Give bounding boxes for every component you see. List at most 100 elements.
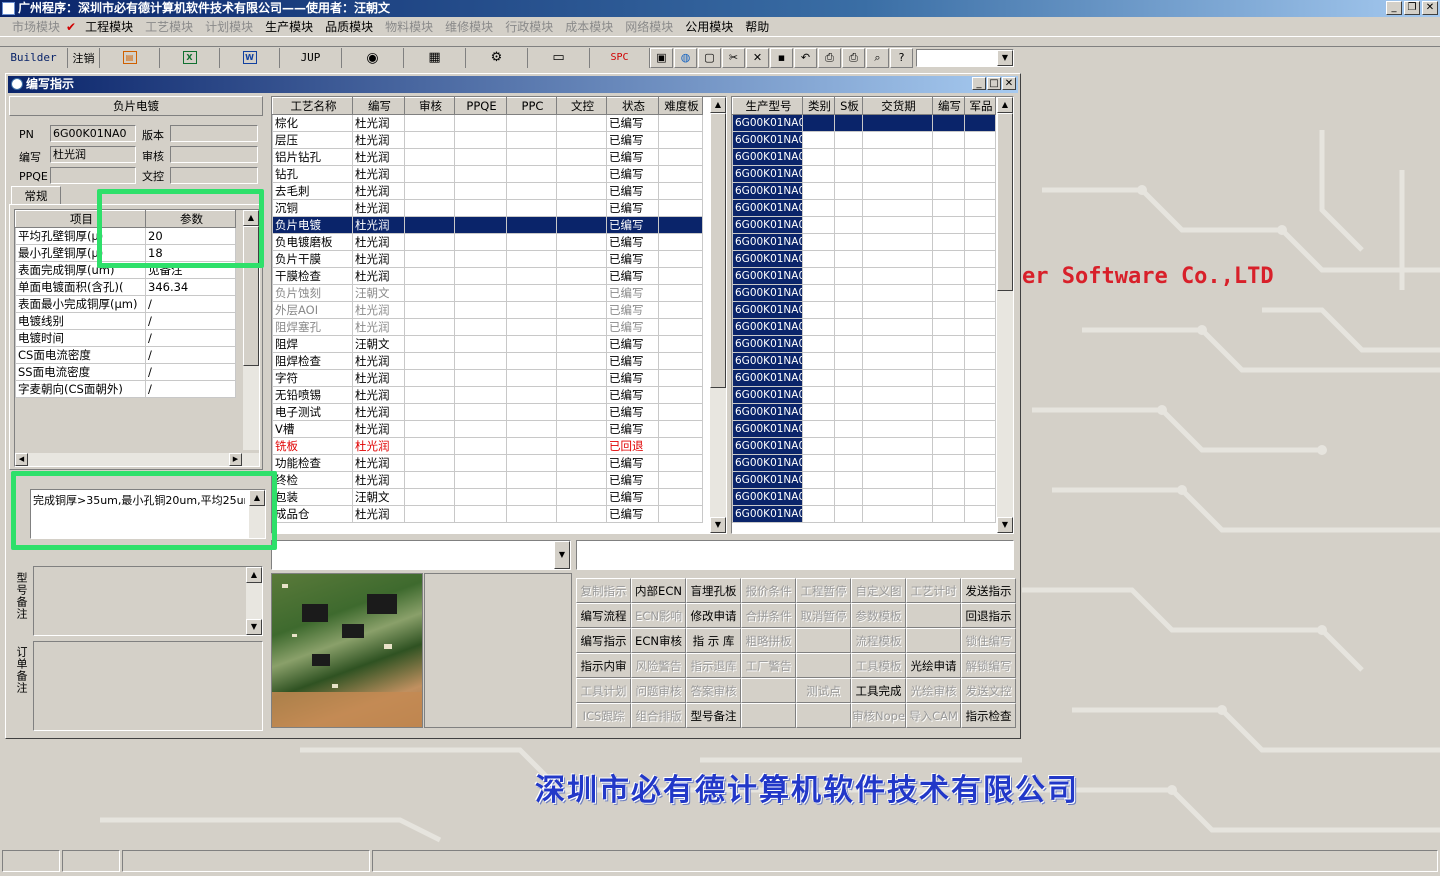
cut-icon[interactable]: ✂ xyxy=(722,47,745,68)
scroll-down-icon[interactable]: ▼ xyxy=(710,517,726,533)
param-value[interactable]: / xyxy=(145,363,236,381)
action-button-4-4[interactable]: 测试点 xyxy=(796,678,851,703)
action-button-0-0[interactable]: 复制指示 xyxy=(576,578,631,603)
scroll-left-icon[interactable]: ◀ xyxy=(15,453,28,466)
scroll-up-icon[interactable]: ▲ xyxy=(246,567,262,583)
print-icon[interactable]: ⎙ xyxy=(842,47,865,68)
process-row[interactable]: 负片干膜 杜光润 已编写 xyxy=(272,250,703,268)
param-row[interactable]: 电镀时间 / xyxy=(15,329,236,347)
param-value[interactable]: / xyxy=(145,312,236,330)
process-row[interactable]: 字符 杜光润 已编写 xyxy=(272,369,703,387)
process-col-header[interactable]: 状态 xyxy=(606,97,659,115)
menu-item-9[interactable]: 成本模块 xyxy=(559,18,619,35)
action-button-1-7[interactable]: 回退指示 xyxy=(961,603,1016,628)
model-row[interactable]: 6G00K01NA0 xyxy=(732,250,996,268)
process-row[interactable]: 负片电镀 杜光润 已编写 xyxy=(272,216,703,234)
action-button-5-5[interactable]: 审核Nope xyxy=(851,703,906,728)
doc-control-field[interactable] xyxy=(170,167,258,184)
process-row[interactable]: 成品仓 杜光润 已编写 xyxy=(272,505,703,523)
model-col-header[interactable]: S板 xyxy=(834,97,863,115)
process-col-header[interactable]: 审核 xyxy=(404,97,455,115)
action-button-0-7[interactable]: 发送指示 xyxy=(961,578,1016,603)
model-row[interactable]: 6G00K01NA0 xyxy=(732,165,996,183)
spc-button[interactable]: SPC xyxy=(590,47,650,68)
menu-item-1[interactable]: 工程模块 xyxy=(79,18,139,35)
model-row[interactable]: 6G00K01NA0 xyxy=(732,182,996,200)
menu-item-10[interactable]: 网络模块 xyxy=(619,18,679,35)
model-row[interactable]: 6G00K01NA0 xyxy=(732,148,996,166)
scroll-down-icon[interactable]: ▼ xyxy=(997,517,1013,533)
action-button-1-2[interactable]: 修改申请 xyxy=(686,603,741,628)
scroll-up-icon[interactable]: ▲ xyxy=(997,97,1013,113)
writer-field[interactable]: 杜光润 xyxy=(50,146,136,163)
model-row[interactable]: 6G00K01NA0 xyxy=(732,386,996,404)
process-scrollbar[interactable]: ▲ ▼ xyxy=(710,97,726,533)
process-row[interactable]: V槽 杜光润 已编写 xyxy=(272,420,703,438)
process-row[interactable]: 钻孔 杜光润 已编写 xyxy=(272,165,703,183)
find-icon[interactable]: ⌕ xyxy=(866,47,889,68)
undo-icon[interactable]: ↶ xyxy=(794,47,817,68)
action-button-3-1[interactable]: 风险警告 xyxy=(631,653,686,678)
action-button-2-3[interactable]: 粗略拼板 xyxy=(741,628,796,653)
action-button-0-5[interactable]: 自定义图 xyxy=(851,578,906,603)
logout-button[interactable]: 注销 xyxy=(68,47,100,68)
action-button-4-7[interactable]: 发送文控 xyxy=(961,678,1016,703)
process-row[interactable]: 阻焊塞孔 杜光润 已编写 xyxy=(272,318,703,336)
new-doc-icon[interactable]: ▢ xyxy=(698,47,721,68)
param-value[interactable]: / xyxy=(145,380,236,398)
process-row[interactable]: 负片蚀刻 汪朝文 已编写 xyxy=(272,284,703,302)
process-row[interactable]: 阻焊检查 杜光润 已编写 xyxy=(272,352,703,370)
menu-item-8[interactable]: 行政模块 xyxy=(499,18,559,35)
model-col-header[interactable]: 军品 xyxy=(964,97,996,115)
process-row[interactable]: 去毛刺 杜光润 已编写 xyxy=(272,182,703,200)
help-icon[interactable]: ? xyxy=(890,47,913,68)
model-col-header[interactable]: 生产型号 xyxy=(732,97,803,115)
action-button-0-4[interactable]: 工程暂停 xyxy=(796,578,851,603)
scroll-down-icon[interactable]: ▼ xyxy=(246,619,262,635)
model-row[interactable]: 6G00K01NA0 xyxy=(732,114,996,132)
action-button-2-7[interactable]: 锁住编写 xyxy=(961,628,1016,653)
minimize-icon[interactable]: _ xyxy=(972,77,986,90)
param-value[interactable]: / xyxy=(145,295,236,313)
process-row[interactable]: 阻焊 汪朝文 已编写 xyxy=(272,335,703,353)
action-button-3-3[interactable]: 工厂警告 xyxy=(741,653,796,678)
action-button-3-5[interactable]: 工具模板 xyxy=(851,653,906,678)
process-row[interactable]: 铝片钻孔 杜光润 已编写 xyxy=(272,148,703,166)
process-row[interactable]: 铣板 杜光润 已回退 xyxy=(272,437,703,455)
action-button-1-5[interactable]: 参数模板 xyxy=(851,603,906,628)
menu-item-5[interactable]: 品质模块 xyxy=(319,18,379,35)
model-row[interactable]: 6G00K01NA0 xyxy=(732,233,996,251)
menu-item-0[interactable]: 市场模块 xyxy=(6,18,66,35)
model-row[interactable]: 6G00K01NA0 xyxy=(732,488,996,506)
model-row[interactable]: 6G00K01NA0 xyxy=(732,216,996,234)
action-button-2-0[interactable]: 编写指示 xyxy=(576,628,631,653)
maximize-icon[interactable]: □ xyxy=(987,77,1001,90)
menu-item-11[interactable]: 公用模块 xyxy=(679,18,739,35)
model-col-header[interactable]: 交货期 xyxy=(862,97,933,115)
menu-item-2[interactable]: 工艺模块 xyxy=(139,18,199,35)
model-row[interactable]: 6G00K01NA0 xyxy=(732,403,996,421)
action-button-0-3[interactable]: 报价条件 xyxy=(741,578,796,603)
network-button[interactable]: ⚙ xyxy=(466,47,528,68)
view-button[interactable]: ◉ xyxy=(342,47,404,68)
delete-icon[interactable]: ✕ xyxy=(746,47,769,68)
jup-button[interactable]: JUP xyxy=(280,47,342,68)
menu-item-3[interactable]: 计划模块 xyxy=(199,18,259,35)
action-button-0-2[interactable]: 盲埋孔板 xyxy=(686,578,741,603)
process-col-header[interactable]: 难度板 xyxy=(658,97,703,115)
process-row[interactable]: 沉铜 杜光润 已编写 xyxy=(272,199,703,217)
model-row[interactable]: 6G00K01NA0 xyxy=(732,301,996,319)
param-value[interactable]: 346.34 xyxy=(145,278,236,296)
scroll-thumb[interactable] xyxy=(710,113,726,388)
param-row[interactable]: 电镀线别 / xyxy=(15,312,236,330)
computer-button[interactable]: ▭ xyxy=(528,47,590,68)
process-row[interactable]: 负电镀磨板 杜光润 已编写 xyxy=(272,233,703,251)
model-row[interactable]: 6G00K01NA0 xyxy=(732,284,996,302)
action-button-4-2[interactable]: 答案审核 xyxy=(686,678,741,703)
model-row[interactable]: 6G00K01NA0 xyxy=(732,352,996,370)
action-button-3-0[interactable]: 指示内审 xyxy=(576,653,631,678)
action-button-5-7[interactable]: 指示检查 xyxy=(961,703,1016,728)
process-col-header[interactable]: 编写 xyxy=(352,97,405,115)
ppqe-field[interactable] xyxy=(50,167,136,184)
process-row[interactable]: 功能检查 杜光润 已编写 xyxy=(272,454,703,472)
